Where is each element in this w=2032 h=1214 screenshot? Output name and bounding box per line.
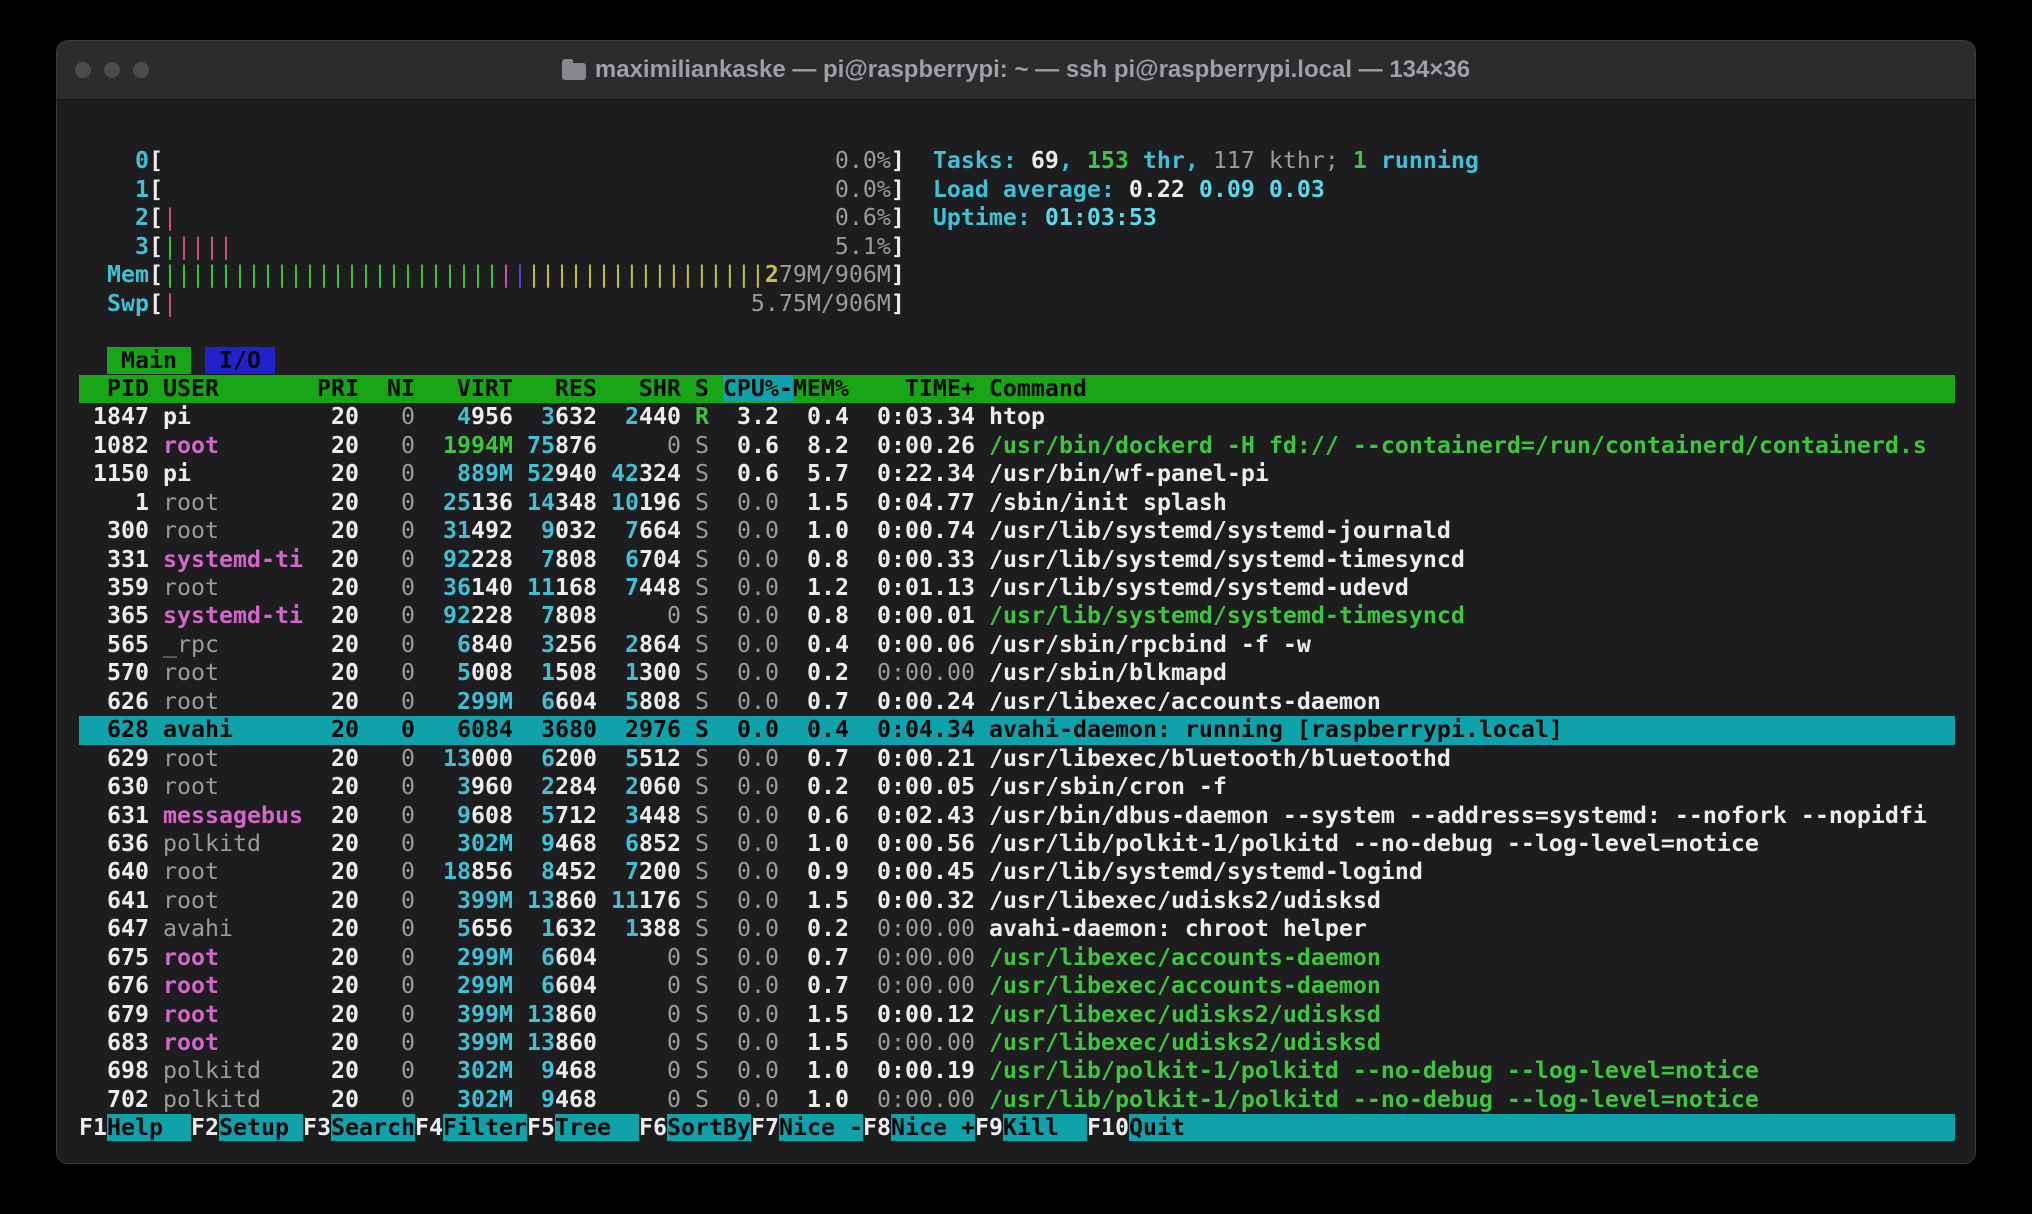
process-row-1150[interactable]: 1150 pi 20 0 889M 52940 42324 S 0.6 5.7 … [79,460,1955,488]
process-row-636[interactable]: 636 polkitd 20 0 302M 9468 6852 S 0.0 1.… [79,830,1955,858]
function-key-bar: F1Help F2Setup F3SearchF4FilterF5Tree F6… [79,1114,1955,1142]
cpu-0-meter: 0[ 0.0%] Tasks: 69, 153 thr, 117 kthr; 1… [79,147,1955,175]
process-row-1[interactable]: 1 root 20 0 25136 14348 10196 S 0.0 1.5 … [79,489,1955,517]
process-row-359[interactable]: 359 root 20 0 36140 11168 7448 S 0.0 1.2… [79,574,1955,602]
process-row-629[interactable]: 629 root 20 0 13000 6200 5512 S 0.0 0.7 … [79,745,1955,773]
folder-icon [562,63,586,80]
fkey-f6[interactable]: F6SortBy [639,1114,751,1141]
table-header: PID USER PRI NI VIRT RES SHR S CPU%-MEM%… [79,375,1955,403]
process-row-702[interactable]: 702 polkitd 20 0 302M 9468 0 S 0.0 1.0 0… [79,1086,1955,1114]
minimize-button[interactable] [104,62,120,78]
process-row-647[interactable]: 647 avahi 20 0 5656 1632 1388 S 0.0 0.2 … [79,915,1955,943]
swp-meter: Swp[| 5.75M/906M] [79,290,1955,318]
blank-line [79,119,1955,147]
terminal-window: maximiliankaske — pi@raspberrypi: ~ — ss… [56,40,1976,1164]
blank-line [79,318,1955,346]
cpu-2-meter: 2[| 0.6%] Uptime: 01:03:53 [79,204,1955,232]
process-row-628[interactable]: 628 avahi 20 0 6084 3680 2976 S 0.0 0.4 … [79,716,1955,744]
screen-tabs: Main I/O [79,347,1955,375]
terminal: 0[ 0.0%] Tasks: 69, 153 thr, 117 kthr; 1… [79,119,1955,1143]
process-row-300[interactable]: 300 root 20 0 31492 9032 7664 S 0.0 1.0 … [79,517,1955,545]
zoom-button[interactable] [133,62,149,78]
process-row-698[interactable]: 698 polkitd 20 0 302M 9468 0 S 0.0 1.0 0… [79,1057,1955,1085]
fkey-f1[interactable]: F1Help [79,1114,191,1141]
process-row-679[interactable]: 679 root 20 0 399M 13860 0 S 0.0 1.5 0:0… [79,1001,1955,1029]
mem-meter: Mem[||||||||||||||||||||||||||||||||||||… [79,261,1955,289]
titlebar-content: maximiliankaske — pi@raspberrypi: ~ — ss… [57,56,1975,84]
process-row-675[interactable]: 675 root 20 0 299M 6604 0 S 0.0 0.7 0:00… [79,944,1955,972]
process-row-641[interactable]: 641 root 20 0 399M 13860 11176 S 0.0 1.5… [79,887,1955,915]
tab-main[interactable]: Main [107,347,191,374]
close-button[interactable] [75,62,91,78]
fkey-f9[interactable]: F9Kill [975,1114,1087,1141]
fkey-f5[interactable]: F5Tree [527,1114,639,1141]
fkey-f10[interactable]: F10Quit [1087,1114,1185,1141]
process-row-365[interactable]: 365 systemd-ti 20 0 92228 7808 0 S 0.0 0… [79,602,1955,630]
process-row-565[interactable]: 565 _rpc 20 0 6840 3256 2864 S 0.0 0.4 0… [79,631,1955,659]
fkey-f4[interactable]: F4Filter [415,1114,527,1141]
cpu-3-meter: 3[||||| 5.1%] [79,233,1955,261]
fkey-f7[interactable]: F7Nice - [751,1114,863,1141]
process-row-676[interactable]: 676 root 20 0 299M 6604 0 S 0.0 0.7 0:00… [79,972,1955,1000]
window-titlebar[interactable]: maximiliankaske — pi@raspberrypi: ~ — ss… [57,41,1975,100]
tab-i-o[interactable]: I/O [205,347,275,374]
window-title: maximiliankaske — pi@raspberrypi: ~ — ss… [595,56,1470,84]
process-row-570[interactable]: 570 root 20 0 5008 1508 1300 S 0.0 0.2 0… [79,659,1955,687]
cpu-1-meter: 1[ 0.0%] Load average: 0.22 0.09 0.03 [79,176,1955,204]
process-row-640[interactable]: 640 root 20 0 18856 8452 7200 S 0.0 0.9 … [79,858,1955,886]
fkey-f8[interactable]: F8Nice + [863,1114,975,1141]
traffic-lights [75,41,149,99]
process-row-626[interactable]: 626 root 20 0 299M 6604 5808 S 0.0 0.7 0… [79,688,1955,716]
fkey-f2[interactable]: F2Setup [191,1114,303,1141]
process-row-631[interactable]: 631 messagebus 20 0 9608 5712 3448 S 0.0… [79,802,1955,830]
process-row-1082[interactable]: 1082 root 20 0 1994M 75876 0 S 0.6 8.2 0… [79,432,1955,460]
process-row-683[interactable]: 683 root 20 0 399M 13860 0 S 0.0 1.5 0:0… [79,1029,1955,1057]
fkey-f3[interactable]: F3Search [303,1114,415,1141]
process-row-630[interactable]: 630 root 20 0 3960 2284 2060 S 0.0 0.2 0… [79,773,1955,801]
process-row-1847[interactable]: 1847 pi 20 0 4956 3632 2440 R 3.2 0.4 0:… [79,403,1955,431]
process-row-331[interactable]: 331 systemd-ti 20 0 92228 7808 6704 S 0.… [79,546,1955,574]
sort-column-header[interactable]: CPU%- [723,375,793,402]
